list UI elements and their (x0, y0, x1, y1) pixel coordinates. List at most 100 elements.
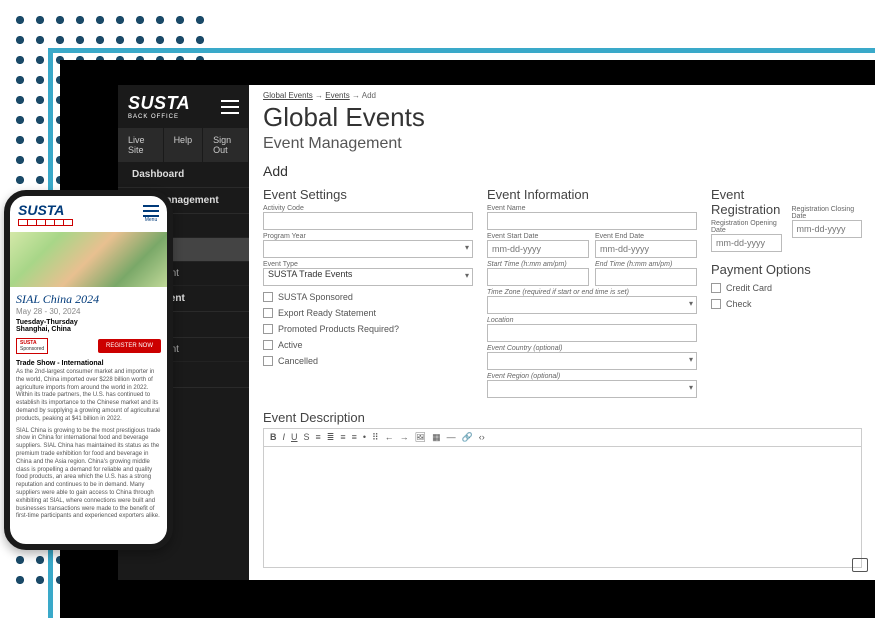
label-loc: Location (487, 317, 697, 324)
label-type: Event Type (263, 261, 473, 268)
comment-icon[interactable] (852, 558, 868, 572)
align-left-icon[interactable]: ≡ (316, 432, 321, 443)
breadcrumb: Global Events → Events → Add (263, 91, 862, 100)
brand-subtitle: BACK OFFICE (128, 114, 190, 120)
label-tz: Time Zone (required if start or end time… (487, 289, 697, 296)
indent-icon[interactable]: → (400, 432, 409, 443)
section-pay: Payment Options (711, 262, 862, 277)
region-select[interactable] (487, 380, 697, 398)
table-icon[interactable]: ▦ (432, 432, 441, 443)
section-desc: Event Description (263, 410, 862, 425)
brand-logo: SUSTA BACK OFFICE (118, 85, 249, 128)
event-type-select[interactable]: SUSTA Trade Events (263, 268, 473, 286)
sidebar-item-dashboard[interactable]: Dashboard (118, 162, 249, 188)
label-year: Program Year (263, 233, 473, 240)
label-country: Event Country (optional) (487, 345, 697, 352)
label-check: Check (726, 299, 752, 309)
phone-sponsor-badge: SUSTASponsored (16, 338, 48, 354)
desktop-window: SUSTA BACK OFFICE Live Site Help Sign Ou… (118, 85, 875, 580)
active-checkbox[interactable] (263, 340, 273, 350)
nav-live-site[interactable]: Live Site (118, 128, 164, 162)
phone-register-button[interactable]: REGISTER NOW (98, 339, 161, 353)
phone-hero-image (10, 232, 167, 287)
code-icon[interactable]: ‹› (479, 432, 485, 443)
location-input[interactable] (487, 324, 697, 342)
label-export: Export Ready Statement (278, 308, 376, 318)
align-justify-icon[interactable]: ≡ (352, 432, 357, 443)
phone-body-2: SIAL China is growing to be the most pre… (10, 428, 167, 526)
export-ready-checkbox[interactable] (263, 308, 273, 318)
phone-body-1: As the 2nd-largest consumer market and i… (10, 369, 167, 428)
end-time-input[interactable] (595, 268, 697, 286)
strike-icon[interactable]: S (304, 432, 310, 443)
hamburger-icon[interactable] (221, 100, 239, 114)
link-icon[interactable]: 🔗 (462, 432, 473, 443)
cancelled-checkbox[interactable] (263, 356, 273, 366)
event-name-input[interactable] (487, 212, 697, 230)
crumb-global[interactable]: Global Events (263, 91, 313, 100)
phone-mockup: SUSTA Menu SIAL China 2024 May 28 - 30, … (4, 190, 173, 550)
country-select[interactable] (487, 352, 697, 370)
hr-icon[interactable]: — (447, 432, 456, 443)
phone-menu-label: Menu (143, 217, 159, 223)
label-promoted: Promoted Products Required? (278, 324, 399, 334)
crumb-events[interactable]: Events (325, 91, 349, 100)
label-susta: SUSTA Sponsored (278, 292, 353, 302)
label-cancelled: Cancelled (278, 356, 318, 366)
brand-name: SUSTA (128, 93, 190, 113)
label-start: Event Start Date (487, 233, 589, 240)
phone-event-days: Tuesday-Thursday (10, 316, 167, 326)
activity-code-input[interactable] (263, 212, 473, 230)
section-reg: Event Registration (711, 187, 782, 217)
number-list-icon[interactable]: ⠿ (372, 432, 379, 443)
start-time-input[interactable] (487, 268, 589, 286)
italic-icon[interactable]: I (283, 432, 286, 443)
align-right-icon[interactable]: ≡ (340, 432, 345, 443)
label-stime: Start Time (h:mm am/pm) (487, 261, 589, 268)
align-center-icon[interactable]: ≣ (327, 432, 335, 443)
start-date-input[interactable] (487, 240, 589, 258)
label-name: Event Name (487, 205, 697, 212)
check-checkbox[interactable] (711, 299, 721, 309)
label-end: Event End Date (595, 233, 697, 240)
phone-hamburger-icon[interactable] (143, 205, 159, 217)
phone-event-title: SIAL China 2024 (10, 287, 167, 307)
label-etime: End Time (h:mm am/pm) (595, 261, 697, 268)
nav-help[interactable]: Help (164, 128, 204, 162)
image-icon[interactable]: 🖼 (415, 432, 426, 443)
program-year-select[interactable] (263, 240, 473, 258)
label-regclose: Registration Closing Date (792, 206, 863, 220)
promoted-checkbox[interactable] (263, 324, 273, 334)
phone-brand: SUSTA (18, 202, 73, 218)
bold-icon[interactable]: B (270, 432, 277, 443)
end-date-input[interactable] (595, 240, 697, 258)
reg-close-input[interactable] (792, 220, 863, 238)
label-activity: Activity Code (263, 205, 473, 212)
label-region: Event Region (optional) (487, 373, 697, 380)
phone-event-location: Shanghai, China (10, 326, 167, 336)
editor-toolbar: B I U S ≡ ≣ ≡ ≡ • ⠿ ← → 🖼 ▦ — 🔗 ‹› (263, 428, 862, 446)
phone-event-type: Trade Show - International (10, 356, 167, 369)
section-info: Event Information (487, 187, 697, 202)
phone-brand-bar (18, 219, 73, 226)
top-nav: Live Site Help Sign Out (118, 128, 249, 162)
page-title: Global Events (263, 102, 862, 133)
reg-open-input[interactable] (711, 234, 782, 252)
underline-icon[interactable]: U (291, 432, 298, 443)
main-content: Global Events → Events → Add Global Even… (249, 85, 875, 580)
phone-event-dates: May 28 - 30, 2024 (10, 307, 167, 316)
crumb-add: Add (362, 91, 376, 100)
susta-sponsored-checkbox[interactable] (263, 292, 273, 302)
label-cc: Credit Card (726, 283, 772, 293)
label-regopen: Registration Opening Date (711, 220, 782, 234)
credit-card-checkbox[interactable] (711, 283, 721, 293)
timezone-select[interactable] (487, 296, 697, 314)
page-action: Add (263, 163, 862, 179)
label-active: Active (278, 340, 303, 350)
page-subtitle: Event Management (263, 135, 862, 153)
bullet-list-icon[interactable]: • (363, 432, 366, 443)
outdent-icon[interactable]: ← (385, 432, 394, 443)
section-settings: Event Settings (263, 187, 473, 202)
nav-signout[interactable]: Sign Out (203, 128, 249, 162)
description-editor[interactable] (263, 446, 862, 568)
